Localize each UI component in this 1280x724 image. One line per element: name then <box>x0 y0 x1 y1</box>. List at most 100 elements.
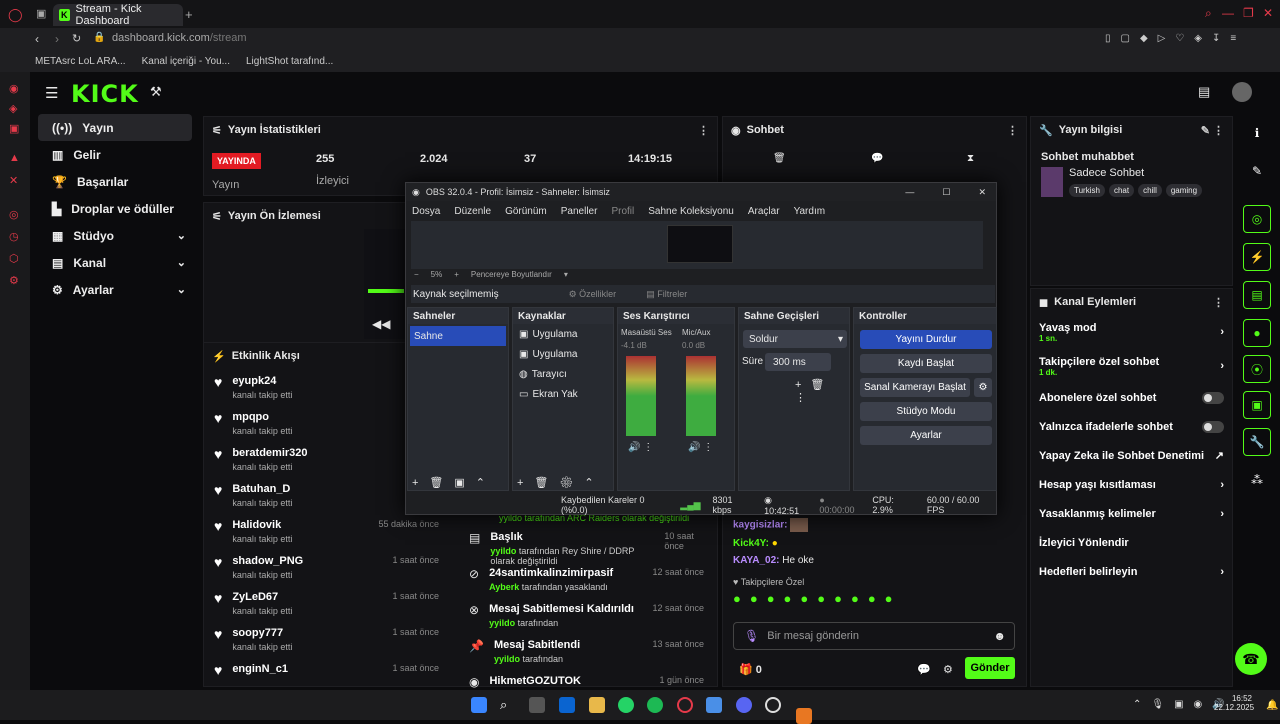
zoom-out-button[interactable]: − <box>414 270 419 282</box>
hammer-icon[interactable]: ⚒ <box>150 84 162 100</box>
nav-item-droplar[interactable]: ▙ Droplar ve ödüller <box>38 195 192 222</box>
trash-icon[interactable]: 🗑 <box>773 153 786 164</box>
hamburger-menu-icon[interactable]: ☰ <box>45 84 58 102</box>
menu-item[interactable]: Görünüm <box>505 206 547 217</box>
close-icon[interactable]: ✕ <box>1263 6 1273 20</box>
menu-item[interactable]: Paneller <box>561 206 598 217</box>
scene-toolbar[interactable]: +🗑▣⌃ <box>412 476 496 489</box>
theater-icon[interactable]: ▤ <box>1198 84 1210 100</box>
kick-logo[interactable]: KICK <box>71 80 139 108</box>
source-item[interactable]: ▣ Uygulama <box>513 344 613 364</box>
virtual-camera-button[interactable]: Sanal Kamerayı Başlat <box>860 378 970 397</box>
action-slow-mode[interactable]: Yavaş mod 1 sn. › <box>1031 315 1232 349</box>
extensions-icon[interactable]: ▯▢◆▷♡◈↧≡ <box>1105 33 1246 44</box>
chat-input[interactable]: 🎙 Bir mesaj gönderin ☻ <box>733 622 1015 650</box>
settings-icon[interactable]: ⚙ <box>943 663 953 676</box>
action-goals[interactable]: Hedefleri belirleyin › <box>1031 557 1232 586</box>
message-icon[interactable]: 💬 <box>871 153 883 164</box>
folder-icon[interactable] <box>589 697 605 713</box>
menu-item[interactable]: Sahne Koleksiyonu <box>648 206 734 217</box>
obs-preview[interactable] <box>411 221 983 269</box>
more-icon[interactable]: ⋮ <box>1213 296 1224 309</box>
toggle-switch[interactable] <box>1202 420 1224 433</box>
opera-gx-icon[interactable] <box>677 697 693 713</box>
menu-item[interactable]: Araçlar <box>748 206 780 217</box>
source-toolbar[interactable]: +🗑⚙⌃ <box>517 476 605 489</box>
source-item[interactable]: ▭ Ekran Yak <box>513 384 613 404</box>
spotify-icon[interactable] <box>647 697 663 713</box>
menu-item[interactable]: Profil <box>611 206 634 217</box>
action-emotes-only[interactable]: Yalnızca ifadelerle sohbet <box>1031 412 1232 441</box>
sidebar-app-icon[interactable]: ◉ <box>9 82 21 95</box>
source-item[interactable]: ◍ Tarayıcı <box>513 364 613 384</box>
properties-button[interactable]: ⚙ Özellikler <box>569 289 617 300</box>
sidebar-app-icon[interactable]: ✕ <box>9 174 21 187</box>
nav-item-kanal[interactable]: ▤ Kanal ⌄ <box>38 249 192 276</box>
lightning-icon[interactable]: ⚡ <box>1243 243 1271 271</box>
sidebar-app-icon[interactable]: ◷ <box>9 230 21 243</box>
action-raid[interactable]: İzleyici Yönlendir <box>1031 528 1232 557</box>
search-icon[interactable]: ⌕ <box>500 697 516 713</box>
nav-item-studyo[interactable]: ▦ Stüdyo ⌄ <box>38 222 192 249</box>
speaker-icon[interactable]: 🔊 ⋮ <box>628 442 653 453</box>
bookmark-item[interactable]: METAsrc LoL ARA... <box>35 56 126 67</box>
more-icon[interactable]: ⋮ <box>698 124 709 137</box>
source-item[interactable]: ▣ Uygulama <box>513 324 613 344</box>
menu-item[interactable]: Dosya <box>412 206 440 217</box>
transition-select[interactable]: Soldur ▾ <box>743 330 847 348</box>
sidebar-app-icon[interactable]: ◈ <box>9 102 21 115</box>
filters-button[interactable]: ▤ Filtreler <box>646 289 687 300</box>
nav-item-yayin[interactable]: ((•)) Yayın <box>38 114 192 141</box>
settings-button[interactable]: Ayarlar <box>860 426 992 445</box>
action-subs-only[interactable]: Abonelere özel sohbet <box>1031 383 1232 412</box>
chat-icon[interactable]: ● <box>1243 319 1271 347</box>
obs-icon[interactable] <box>765 697 781 713</box>
app-icon[interactable] <box>796 708 812 724</box>
sidebar-app-icon[interactable]: ▣ <box>9 122 21 135</box>
forward-icon[interactable]: › <box>55 32 59 46</box>
scene-item[interactable]: Sahne <box>410 326 506 346</box>
emoji-icon[interactable]: ☻ <box>993 629 1006 643</box>
minimize-icon[interactable]: — <box>1222 6 1234 20</box>
speaker-icon[interactable]: 🔊 ⋮ <box>688 442 713 453</box>
help-bubble-icon[interactable]: ☎ <box>1235 643 1267 675</box>
bookmark-item[interactable]: LightShot tarafınd... <box>246 56 333 67</box>
taskview-icon[interactable] <box>529 697 545 713</box>
avatar[interactable] <box>1232 82 1252 102</box>
back-icon[interactable]: ‹ <box>35 32 39 46</box>
menu-item[interactable]: Yardım <box>794 206 826 217</box>
camera-icon[interactable]: ◎ <box>1243 205 1271 233</box>
reload-icon[interactable]: ↻ <box>72 32 81 45</box>
document-icon[interactable]: ▤ <box>1243 281 1271 309</box>
action-account-age[interactable]: Hesap yaşı kısıtlaması › <box>1031 470 1232 499</box>
tab-active[interactable]: K Stream - Kick Dashboard <box>53 3 183 27</box>
search-tabs-icon[interactable]: ⌕ <box>1205 6 1212 21</box>
id-card-icon[interactable]: ▣ <box>1243 391 1271 419</box>
menu-item[interactable]: Düzenle <box>454 206 491 217</box>
nav-item-ayarlar[interactable]: ⚙ Ayarlar ⌄ <box>38 276 192 303</box>
duration-input[interactable]: 300 ms <box>765 353 831 371</box>
url-field[interactable]: dashboard.kick.com/stream <box>112 32 247 44</box>
chat-bubble-icon[interactable]: 💬 <box>917 663 931 676</box>
stop-stream-button[interactable]: Yayını Durdur <box>860 330 992 349</box>
whatsapp-icon[interactable] <box>618 697 634 713</box>
toggle-switch[interactable] <box>1202 391 1224 404</box>
nodes-icon[interactable]: ⁂ <box>1243 466 1271 494</box>
action-banned-words[interactable]: Yasaklanmış kelimeler › <box>1031 499 1232 528</box>
tab-menu-icon[interactable]: ▣ <box>36 7 46 20</box>
emote-row[interactable]: ●●●●●●●●●● <box>723 589 1023 608</box>
settings-icon[interactable]: ⚙ <box>9 274 21 287</box>
new-tab-icon[interactable]: + <box>185 7 193 22</box>
edit-icon[interactable]: ✎ ⋮ <box>1201 124 1224 137</box>
windows-start-icon[interactable] <box>471 697 487 713</box>
zoom-in-button[interactable]: + <box>454 270 459 282</box>
gear-icon[interactable]: ⚙ <box>974 378 992 397</box>
app-icon[interactable] <box>706 697 722 713</box>
broadcast-icon[interactable]: ⦿ <box>1243 355 1271 383</box>
action-ai-moderation[interactable]: Yapay Zeka ile Sohbet Denetimi ↗ <box>1031 441 1232 470</box>
info-icon[interactable]: ℹ <box>1243 119 1271 147</box>
start-recording-button[interactable]: Kaydı Başlat <box>860 354 992 373</box>
discord-icon[interactable] <box>736 697 752 713</box>
sidebar-app-icon[interactable]: ◎ <box>9 208 21 221</box>
pencil-icon[interactable]: ✎ <box>1243 157 1271 185</box>
